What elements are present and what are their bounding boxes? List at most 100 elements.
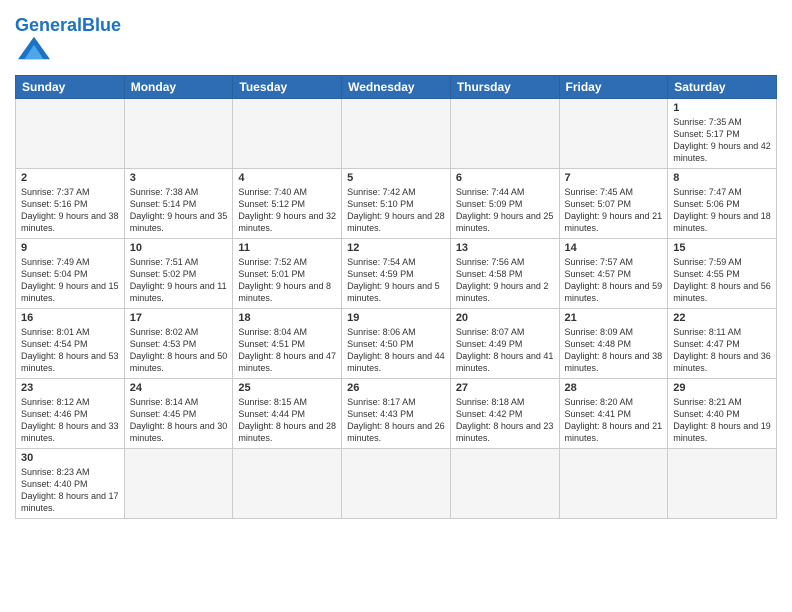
day-number: 4 (238, 172, 336, 184)
calendar-cell (342, 449, 451, 519)
weekday-header-row: SundayMondayTuesdayWednesdayThursdayFrid… (16, 76, 777, 99)
calendar-cell: 3 Sunrise: 7:38 AM Sunset: 5:14 PM Daylig… (124, 169, 233, 239)
day-info: Sunrise: 8:21 AM Sunset: 4:40 PM Dayligh… (673, 396, 771, 445)
calendar-week-5: 23 Sunrise: 8:12 AM Sunset: 4:46 PM Dayli… (16, 379, 777, 449)
weekday-header-saturday: Saturday (668, 76, 777, 99)
day-number: 23 (21, 382, 119, 394)
day-info: Sunrise: 7:57 AM Sunset: 4:57 PM Dayligh… (565, 256, 663, 305)
day-info: Sunrise: 8:18 AM Sunset: 4:42 PM Dayligh… (456, 396, 554, 445)
calendar-cell (450, 449, 559, 519)
day-number: 20 (456, 312, 554, 324)
weekday-header-friday: Friday (559, 76, 668, 99)
day-number: 5 (347, 172, 445, 184)
day-number: 22 (673, 312, 771, 324)
day-info: Sunrise: 7:38 AM Sunset: 5:14 PM Dayligh… (130, 186, 228, 235)
day-info: Sunrise: 8:15 AM Sunset: 4:44 PM Dayligh… (238, 396, 336, 445)
day-info: Sunrise: 8:12 AM Sunset: 4:46 PM Dayligh… (21, 396, 119, 445)
logo-icon (18, 34, 50, 62)
calendar-cell: 21 Sunrise: 8:09 AM Sunset: 4:48 PM Dayli… (559, 309, 668, 379)
weekday-header-tuesday: Tuesday (233, 76, 342, 99)
day-number: 27 (456, 382, 554, 394)
calendar-cell: 14 Sunrise: 7:57 AM Sunset: 4:57 PM Dayli… (559, 239, 668, 309)
day-number: 6 (456, 172, 554, 184)
day-number: 21 (565, 312, 663, 324)
weekday-header-thursday: Thursday (450, 76, 559, 99)
day-number: 1 (673, 102, 771, 114)
calendar-cell: 20Sunrise: 8:07 AM Sunset: 4:49 PM Dayli… (450, 309, 559, 379)
calendar-cell: 27 Sunrise: 8:18 AM Sunset: 4:42 PM Dayli… (450, 379, 559, 449)
calendar-week-2: 2Sunrise: 7:37 AM Sunset: 5:16 PM Daylig… (16, 169, 777, 239)
calendar-cell: 10Sunrise: 7:51 AM Sunset: 5:02 PM Dayli… (124, 239, 233, 309)
day-info: Sunrise: 8:01 AM Sunset: 4:54 PM Dayligh… (21, 326, 119, 375)
calendar-page: GeneralBlue SundayMondayTuesdayWednesday… (0, 0, 792, 612)
calendar-cell (559, 449, 668, 519)
calendar-week-1: 1 Sunrise: 7:35 AM Sunset: 5:17 PM Daylig… (16, 99, 777, 169)
calendar-cell: 2Sunrise: 7:37 AM Sunset: 5:16 PM Daylig… (16, 169, 125, 239)
day-info: Sunrise: 8:20 AM Sunset: 4:41 PM Dayligh… (565, 396, 663, 445)
day-info: Sunrise: 8:09 AM Sunset: 4:48 PM Dayligh… (565, 326, 663, 375)
calendar-cell: 18 Sunrise: 8:04 AM Sunset: 4:51 PM Dayli… (233, 309, 342, 379)
day-info: Sunrise: 8:14 AM Sunset: 4:45 PM Dayligh… (130, 396, 228, 445)
day-info: Sunrise: 8:11 AM Sunset: 4:47 PM Dayligh… (673, 326, 771, 375)
day-number: 8 (673, 172, 771, 184)
calendar-cell: 17Sunrise: 8:02 AM Sunset: 4:53 PM Dayli… (124, 309, 233, 379)
day-info: Sunrise: 8:04 AM Sunset: 4:51 PM Dayligh… (238, 326, 336, 375)
day-info: Sunrise: 7:52 AM Sunset: 5:01 PM Dayligh… (238, 256, 336, 305)
calendar-cell: 8 Sunrise: 7:47 AM Sunset: 5:06 PM Daylig… (668, 169, 777, 239)
day-number: 15 (673, 242, 771, 254)
calendar-cell (342, 99, 451, 169)
day-number: 13 (456, 242, 554, 254)
day-number: 18 (238, 312, 336, 324)
day-number: 19 (347, 312, 445, 324)
calendar-cell: 25 Sunrise: 8:15 AM Sunset: 4:44 PM Dayli… (233, 379, 342, 449)
logo: GeneralBlue (15, 16, 121, 67)
day-info: Sunrise: 8:02 AM Sunset: 4:53 PM Dayligh… (130, 326, 228, 375)
day-info: Sunrise: 7:51 AM Sunset: 5:02 PM Dayligh… (130, 256, 228, 305)
calendar-cell: 11 Sunrise: 7:52 AM Sunset: 5:01 PM Dayli… (233, 239, 342, 309)
day-info: Sunrise: 8:06 AM Sunset: 4:50 PM Dayligh… (347, 326, 445, 375)
day-number: 12 (347, 242, 445, 254)
calendar-cell (668, 449, 777, 519)
calendar-cell: 16 Sunrise: 8:01 AM Sunset: 4:54 PM Dayli… (16, 309, 125, 379)
calendar-cell: 28 Sunrise: 8:20 AM Sunset: 4:41 PM Dayli… (559, 379, 668, 449)
day-info: Sunrise: 7:45 AM Sunset: 5:07 PM Dayligh… (565, 186, 663, 235)
day-info: Sunrise: 7:47 AM Sunset: 5:06 PM Dayligh… (673, 186, 771, 235)
header: GeneralBlue (15, 10, 777, 67)
calendar-cell: 23 Sunrise: 8:12 AM Sunset: 4:46 PM Dayli… (16, 379, 125, 449)
day-info: Sunrise: 8:23 AM Sunset: 4:40 PM Dayligh… (21, 466, 119, 515)
weekday-header-wednesday: Wednesday (342, 76, 451, 99)
day-number: 28 (565, 382, 663, 394)
calendar-cell (16, 99, 125, 169)
day-number: 24 (130, 382, 228, 394)
calendar-cell: 29Sunrise: 8:21 AM Sunset: 4:40 PM Dayli… (668, 379, 777, 449)
weekday-header-monday: Monday (124, 76, 233, 99)
day-info: Sunrise: 7:59 AM Sunset: 4:55 PM Dayligh… (673, 256, 771, 305)
day-number: 14 (565, 242, 663, 254)
calendar-cell: 22 Sunrise: 8:11 AM Sunset: 4:47 PM Dayli… (668, 309, 777, 379)
day-number: 25 (238, 382, 336, 394)
day-info: Sunrise: 7:40 AM Sunset: 5:12 PM Dayligh… (238, 186, 336, 235)
day-number: 7 (565, 172, 663, 184)
calendar-cell: 5 Sunrise: 7:42 AM Sunset: 5:10 PM Daylig… (342, 169, 451, 239)
calendar-cell (124, 449, 233, 519)
calendar-cell: 1 Sunrise: 7:35 AM Sunset: 5:17 PM Daylig… (668, 99, 777, 169)
day-info: Sunrise: 7:54 AM Sunset: 4:59 PM Dayligh… (347, 256, 445, 305)
day-number: 11 (238, 242, 336, 254)
day-number: 3 (130, 172, 228, 184)
calendar-cell: 9Sunrise: 7:49 AM Sunset: 5:04 PM Daylig… (16, 239, 125, 309)
calendar-cell (559, 99, 668, 169)
calendar-cell: 4 Sunrise: 7:40 AM Sunset: 5:12 PM Daylig… (233, 169, 342, 239)
day-info: Sunrise: 7:44 AM Sunset: 5:09 PM Dayligh… (456, 186, 554, 235)
day-number: 16 (21, 312, 119, 324)
calendar-week-6: 30Sunrise: 8:23 AM Sunset: 4:40 PM Dayli… (16, 449, 777, 519)
day-info: Sunrise: 8:17 AM Sunset: 4:43 PM Dayligh… (347, 396, 445, 445)
day-info: Sunrise: 7:35 AM Sunset: 5:17 PM Dayligh… (673, 116, 771, 165)
calendar-cell (233, 99, 342, 169)
calendar-cell: 6 Sunrise: 7:44 AM Sunset: 5:09 PM Daylig… (450, 169, 559, 239)
day-info: Sunrise: 7:42 AM Sunset: 5:10 PM Dayligh… (347, 186, 445, 235)
calendar-cell: 15 Sunrise: 7:59 AM Sunset: 4:55 PM Dayli… (668, 239, 777, 309)
calendar-cell: 19 Sunrise: 8:06 AM Sunset: 4:50 PM Dayli… (342, 309, 451, 379)
logo-general: General (15, 15, 82, 35)
calendar-cell: 24 Sunrise: 8:14 AM Sunset: 4:45 PM Dayli… (124, 379, 233, 449)
calendar-cell (450, 99, 559, 169)
